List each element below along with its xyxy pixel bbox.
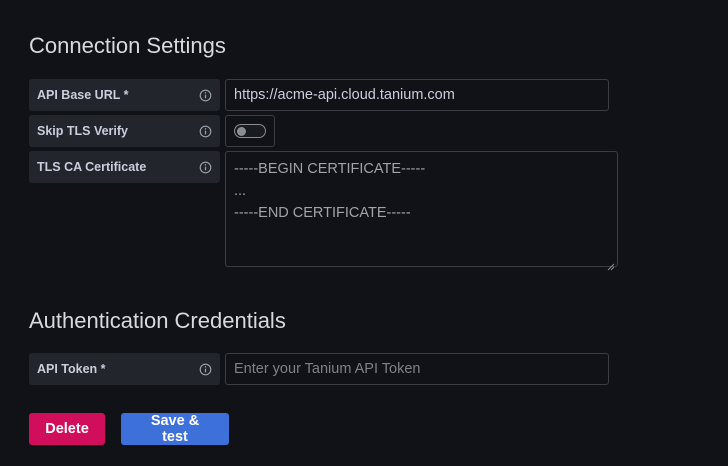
info-circle-icon[interactable]: [198, 88, 212, 102]
settings-page: Connection Settings API Base URL * Skip …: [0, 0, 728, 466]
skip-tls-verify-label: Skip TLS Verify: [37, 124, 129, 138]
resize-grip-icon[interactable]: [607, 256, 615, 271]
info-circle-icon[interactable]: [198, 124, 212, 138]
connection-settings-heading: Connection Settings: [29, 33, 226, 58]
api-token-label-box: API Token *: [29, 353, 220, 385]
api-token-label: API Token *: [37, 362, 106, 376]
api-base-url-label: API Base URL *: [37, 88, 129, 102]
textarea-line: -----END CERTIFICATE-----: [234, 205, 411, 221]
authentication-credentials-heading: Authentication Credentials: [29, 308, 286, 333]
delete-button[interactable]: Delete: [29, 413, 105, 445]
tls-ca-certificate-label-box: TLS CA Certificate: [29, 151, 220, 183]
skip-tls-verify-label-box: Skip TLS Verify: [29, 115, 220, 147]
tls-ca-certificate-label: TLS CA Certificate: [37, 160, 147, 174]
skip-tls-verify-toggle[interactable]: [234, 124, 266, 138]
api-base-url-input[interactable]: [225, 79, 609, 111]
textarea-line: -----BEGIN CERTIFICATE-----: [234, 161, 426, 177]
textarea-line: ...: [234, 183, 247, 199]
api-token-input[interactable]: [225, 353, 609, 385]
info-circle-icon[interactable]: [198, 362, 212, 376]
skip-tls-verify-toggle-container: [225, 115, 275, 147]
api-base-url-label-box: API Base URL *: [29, 79, 220, 111]
tls-ca-certificate-textarea[interactable]: -----BEGIN CERTIFICATE----- ... -----END…: [225, 151, 618, 271]
info-circle-icon[interactable]: [198, 160, 212, 174]
save-and-test-button[interactable]: Save & test: [121, 413, 229, 445]
toggle-knob: [237, 126, 246, 136]
